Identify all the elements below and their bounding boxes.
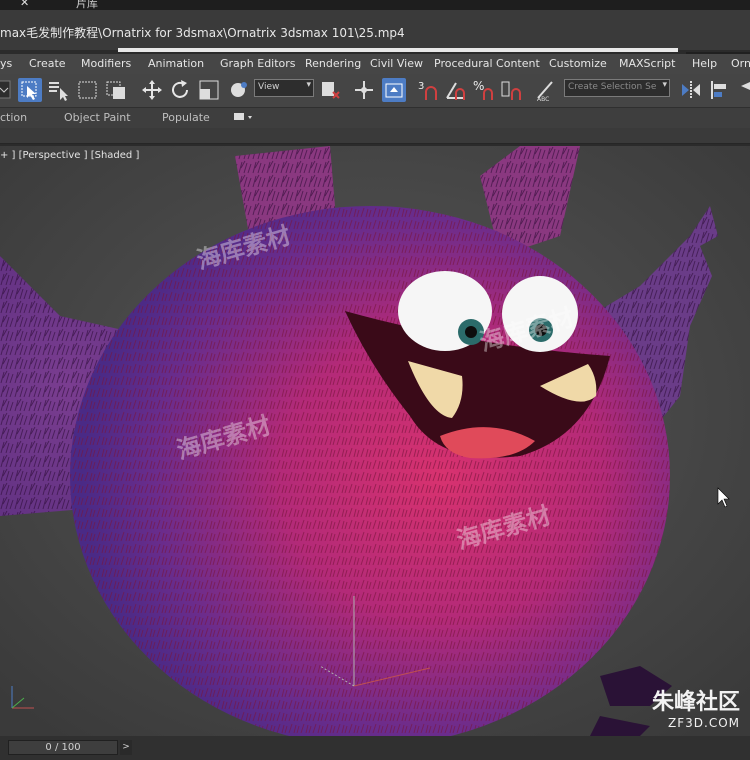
placement-icon[interactable] xyxy=(226,78,250,102)
select-manipulate-icon[interactable] xyxy=(352,78,376,102)
menu-civil-view[interactable]: Civil View xyxy=(370,57,423,70)
site-logo-url: ZF3D.COM xyxy=(668,716,740,730)
svg-text:ABC: ABC xyxy=(537,96,549,102)
ribbon-tab-selection[interactable]: ction xyxy=(0,111,27,124)
title-progress-line xyxy=(118,48,678,52)
edit-named-selection-icon[interactable]: ABC xyxy=(534,78,558,103)
menu-modifiers[interactable]: Modifiers xyxy=(81,57,131,70)
menu-help[interactable]: Help xyxy=(692,57,717,70)
main-toolbar: View ▾ 3 % ABC Create Selection Se ▾ xyxy=(0,74,750,108)
menu-create[interactable]: Create xyxy=(29,57,66,70)
ribbon-tab-populate[interactable]: Populate xyxy=(162,111,210,124)
tab-close-button[interactable]: ✕ xyxy=(20,0,29,9)
site-logo: 朱峰社区 ZF3D.COM xyxy=(652,684,740,730)
reference-coordinate-value: View xyxy=(258,82,280,92)
rotate-icon[interactable] xyxy=(168,78,192,102)
percent-snap-icon[interactable]: % xyxy=(472,78,496,102)
svg-text:%: % xyxy=(473,79,484,93)
selection-filter-dropdown[interactable] xyxy=(0,78,11,102)
ribbon-tab-object-paint[interactable]: Object Paint xyxy=(64,111,131,124)
menu-customize[interactable]: Customize xyxy=(549,57,607,70)
title-bar: max毛发制作教程\Ornatrix for 3dsmax\Ornatrix 3… xyxy=(0,10,750,58)
select-by-name-button[interactable] xyxy=(46,78,70,102)
pivot-center-icon[interactable] xyxy=(319,78,343,102)
svg-text:3: 3 xyxy=(418,81,424,92)
ribbon-tabs: ction Object Paint Populate xyxy=(0,108,750,128)
ribbon-panel xyxy=(0,128,750,144)
ribbon-options-icon[interactable] xyxy=(233,111,255,126)
mirror-icon[interactable] xyxy=(679,78,703,102)
spinner-snap-icon[interactable] xyxy=(500,78,524,102)
chevron-down-icon: ▾ xyxy=(306,80,311,90)
menu-bar: ys Create Modifiers Animation Graph Edit… xyxy=(0,54,750,74)
chevron-down-icon: ▾ xyxy=(662,80,667,90)
snaps-toggle-icon[interactable]: 3 xyxy=(416,78,440,102)
site-logo-name: 朱峰社区 xyxy=(651,690,740,715)
layer-explorer-icon[interactable] xyxy=(738,78,750,102)
next-frame-button[interactable]: > xyxy=(120,740,132,755)
menu-ornatrix[interactable]: Orni xyxy=(731,57,750,70)
viewport-label[interactable]: + ] [Perspective ] [Shaded ] xyxy=(0,150,139,161)
keyboard-shortcut-override-icon[interactable] xyxy=(382,78,406,102)
named-selection-placeholder: Create Selection Se xyxy=(568,82,657,92)
time-slider[interactable]: 0 / 100 xyxy=(8,740,118,755)
scene-render xyxy=(0,146,750,736)
viewport-perspective[interactable]: + ] [Perspective ] [Shaded ] 海库素材 海库素材 海… xyxy=(0,146,750,736)
reference-coordinate-dropdown[interactable]: View ▾ xyxy=(254,79,314,97)
menu-maxscript[interactable]: MAXScript xyxy=(619,57,675,70)
window-crossing-icon[interactable] xyxy=(104,78,128,102)
window-title: max毛发制作教程\Ornatrix for 3dsmax\Ornatrix 3… xyxy=(0,26,405,40)
menu-animation[interactable]: Animation xyxy=(148,57,204,70)
move-icon[interactable] xyxy=(140,78,164,102)
scale-icon[interactable] xyxy=(197,78,221,102)
menu-graph-editors[interactable]: Graph Editors xyxy=(220,57,296,70)
time-slider-bar: 0 / 100 > xyxy=(0,736,750,760)
menu-views[interactable]: ys xyxy=(0,57,12,70)
named-selection-set-dropdown[interactable]: Create Selection Se ▾ xyxy=(564,79,670,97)
select-object-button[interactable] xyxy=(18,78,42,102)
menu-procedural-content[interactable]: Procedural Content xyxy=(434,57,540,70)
rectangular-selection-icon[interactable] xyxy=(76,78,100,102)
tab-strip: ✕ 片库 xyxy=(0,0,750,10)
align-icon[interactable] xyxy=(708,78,732,102)
menu-rendering[interactable]: Rendering xyxy=(305,57,361,70)
angle-snap-icon[interactable] xyxy=(444,78,468,102)
